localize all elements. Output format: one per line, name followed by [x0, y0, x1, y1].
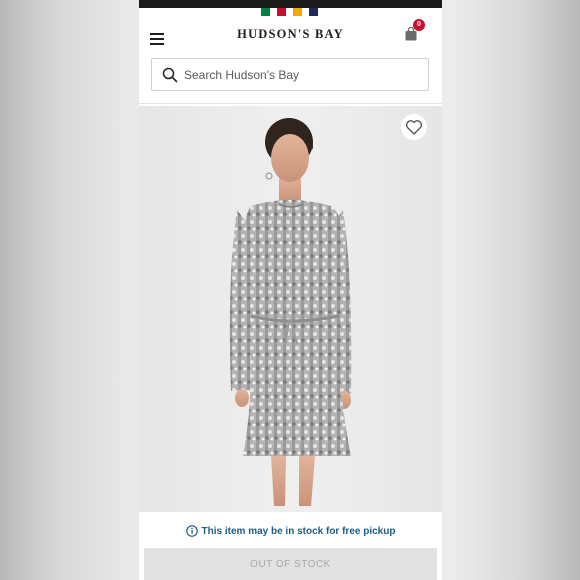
product-photo	[139, 106, 442, 512]
brand-stripes	[261, 8, 318, 16]
stripe-navy	[309, 8, 318, 16]
brand-logo[interactable]: HUDSON'S BAY	[139, 27, 442, 42]
cart-count-badge: 0	[413, 19, 425, 31]
pickup-message: This item may be in stock for free picku…	[201, 525, 396, 537]
out-of-stock-button[interactable]: OUT OF STOCK	[144, 548, 437, 580]
search-placeholder: Search Hudson's Bay	[184, 67, 300, 82]
status-bar	[139, 0, 442, 8]
search-input[interactable]: Search Hudson's Bay	[151, 58, 429, 91]
stripe-yellow	[293, 8, 302, 16]
mobile-page: HUDSON'S BAY 0 Search Hudson's Bay This …	[139, 0, 442, 580]
heart-outline-icon	[405, 120, 423, 135]
stripe-green	[261, 8, 270, 16]
pickup-message-row[interactable]: This item may be in stock for free picku…	[139, 525, 442, 537]
info-circle-icon	[185, 525, 198, 537]
search-icon	[162, 67, 178, 82]
header-divider	[139, 103, 442, 104]
favorite-button[interactable]	[401, 114, 427, 140]
availability-section: This item may be in stock for free picku…	[139, 512, 442, 580]
stripe-red	[277, 8, 286, 16]
product-image[interactable]	[139, 106, 442, 512]
